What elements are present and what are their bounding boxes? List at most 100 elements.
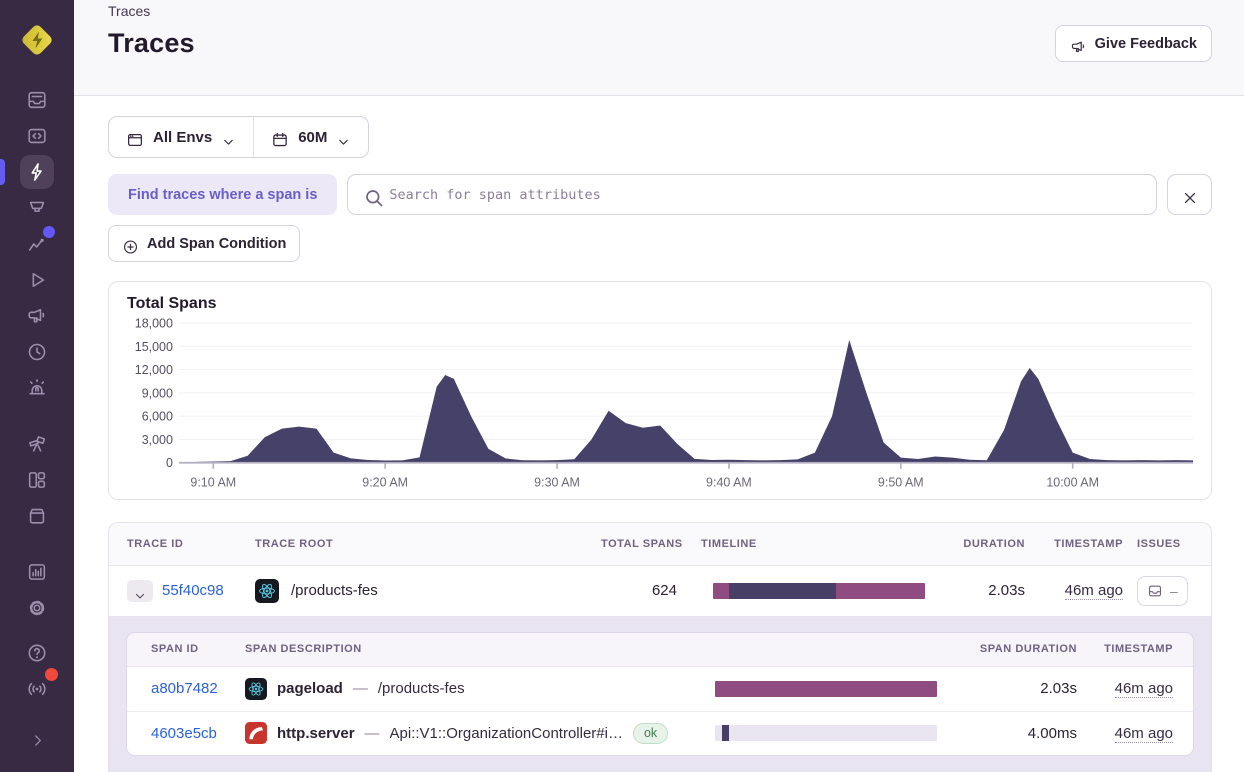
sidebar-item-siren[interactable] bbox=[20, 371, 54, 405]
bar-segment bbox=[715, 680, 937, 697]
span-description: /products-fes bbox=[377, 680, 465, 698]
chevron-down-icon bbox=[133, 584, 147, 599]
page-title: Traces bbox=[108, 28, 195, 58]
svg-text:6,000: 6,000 bbox=[142, 410, 173, 424]
total-spans-chart: 0 3,000 6,000 9,000 12,000 15,000 18,000 9:10 A… bbox=[127, 315, 1193, 497]
content: All Envs 60M Find traces where a span is bbox=[74, 96, 1244, 772]
svg-text:10:00 AM: 10:00 AM bbox=[1046, 476, 1099, 490]
trace-timeline-bar bbox=[713, 582, 925, 599]
sidebar-item-code-folder[interactable] bbox=[20, 119, 54, 153]
span-duration-bar bbox=[715, 680, 937, 697]
window-icon bbox=[126, 128, 144, 147]
close-icon bbox=[1181, 186, 1199, 204]
chevron-down-icon bbox=[221, 130, 236, 145]
help-icon bbox=[26, 642, 48, 664]
app: Traces Traces Give Feedback All Envs 60M bbox=[0, 0, 1244, 772]
timeline-segment bbox=[835, 582, 925, 599]
play-icon bbox=[26, 269, 48, 291]
column-header-timestamp: TIMESTAMP bbox=[1104, 643, 1173, 656]
issue-tray-icon bbox=[1147, 583, 1163, 599]
svg-text:3,000: 3,000 bbox=[142, 433, 173, 447]
timeline-segment bbox=[713, 582, 729, 599]
blue-notification-dot bbox=[43, 226, 55, 238]
sidebar-item-clock[interactable] bbox=[20, 335, 54, 369]
code-folder-icon bbox=[26, 125, 48, 147]
chevron-right-icon bbox=[29, 732, 46, 749]
sidebar-item-prism[interactable] bbox=[20, 191, 54, 225]
lightning-icon bbox=[26, 161, 48, 183]
svg-text:15,000: 15,000 bbox=[135, 340, 173, 354]
sentry-logo-icon[interactable] bbox=[17, 20, 57, 60]
span-status-badge: ok bbox=[632, 722, 669, 744]
sidebar-item-gear[interactable] bbox=[20, 591, 54, 625]
column-header-timestamp: TIMESTAMP bbox=[1054, 537, 1123, 550]
plus-circle-icon bbox=[122, 235, 139, 254]
add-span-condition-button[interactable]: Add Span Condition bbox=[108, 225, 301, 262]
chart-title: Total Spans bbox=[127, 295, 217, 312]
stats-icon bbox=[26, 561, 48, 583]
sidebar-item-play[interactable] bbox=[20, 263, 54, 297]
spans-table-body: a80b7482 pageload — /products-fes 2.03s 46m a… bbox=[127, 667, 1193, 755]
sidebar-item-chart-line[interactable] bbox=[20, 226, 55, 261]
give-feedback-button[interactable]: Give Feedback bbox=[1054, 25, 1212, 62]
clear-search-button[interactable] bbox=[1167, 174, 1212, 215]
siren-icon bbox=[26, 377, 48, 399]
spans-table-header: SPAN ID SPAN DESCRIPTION SPAN DURATION TIME… bbox=[127, 632, 1193, 667]
total-spans-value: 624 bbox=[651, 582, 677, 600]
time-range-filter-button[interactable]: 60M bbox=[253, 117, 368, 157]
sidebar-item-megaphone[interactable] bbox=[20, 299, 54, 333]
sidebar-footer bbox=[20, 635, 58, 758]
span-duration-value: 2.03s bbox=[1040, 680, 1077, 698]
column-header-timeline: TIMELINE bbox=[701, 537, 757, 550]
span-id-link[interactable]: 4603e5cb bbox=[151, 725, 217, 742]
sidebar-item-archive[interactable] bbox=[20, 499, 54, 533]
react-icon bbox=[255, 578, 279, 603]
sidebar-nav bbox=[0, 82, 55, 626]
sidebar-item-help[interactable] bbox=[20, 636, 54, 670]
column-header-trace-id: TRACE ID bbox=[127, 537, 184, 550]
sidebar-item-lightning[interactable] bbox=[0, 155, 54, 189]
active-nav-indicator bbox=[0, 159, 5, 185]
column-header-span-description: SPAN DESCRIPTION bbox=[245, 643, 362, 656]
trace-id-link[interactable]: 55f40c98 bbox=[162, 582, 224, 599]
search-input[interactable] bbox=[389, 186, 1142, 203]
trace-root-label: /products-fes bbox=[291, 582, 378, 600]
trace-timestamp[interactable]: 46m ago bbox=[1064, 582, 1123, 601]
sidebar-item-layout[interactable] bbox=[20, 463, 54, 497]
ruby-icon bbox=[245, 722, 267, 745]
telescope-icon bbox=[26, 433, 48, 455]
react-icon bbox=[245, 677, 267, 700]
sidebar-item-broadcast[interactable] bbox=[20, 668, 58, 706]
svg-text:9,000: 9,000 bbox=[142, 386, 173, 400]
query-builder-row: Find traces where a span is bbox=[108, 174, 1212, 215]
svg-text:18,000: 18,000 bbox=[135, 316, 173, 330]
column-header-trace-root: TRACE ROOT bbox=[255, 537, 334, 550]
span-id-link[interactable]: a80b7482 bbox=[151, 680, 218, 697]
span-attribute-search bbox=[347, 174, 1157, 215]
span-timestamp[interactable]: 46m ago bbox=[1114, 724, 1173, 743]
span-timestamp[interactable]: 46m ago bbox=[1114, 680, 1173, 699]
column-header-span-duration: SPAN DURATION bbox=[979, 643, 1077, 656]
sidebar-item-telescope[interactable] bbox=[20, 427, 54, 461]
sidebar-collapse-button[interactable] bbox=[20, 723, 54, 757]
search-icon bbox=[362, 186, 383, 207]
span-row: a80b7482 pageload — /products-fes 2.03s 46m a… bbox=[127, 667, 1193, 711]
archive-icon bbox=[26, 505, 48, 527]
main-area: Traces Traces Give Feedback All Envs 60M bbox=[74, 0, 1244, 772]
collapse-trace-button[interactable] bbox=[127, 579, 153, 602]
column-header-total-spans: TOTAL SPANS bbox=[601, 537, 683, 550]
separator-dash: — bbox=[352, 680, 368, 698]
breadcrumb: Traces bbox=[108, 3, 151, 19]
column-header-issues: ISSUES bbox=[1137, 537, 1181, 550]
environment-filter-button[interactable]: All Envs bbox=[109, 117, 253, 157]
separator-dash: — bbox=[364, 724, 380, 742]
traces-table-header: TRACE ID TRACE ROOT TOTAL SPANS TIMELINE DUR… bbox=[109, 522, 1211, 566]
broadcast-icon bbox=[26, 678, 48, 700]
trace-duration: 2.03s bbox=[988, 582, 1025, 600]
trace-issues-button[interactable]: – bbox=[1137, 575, 1188, 606]
calendar-icon bbox=[271, 128, 289, 147]
svg-text:12,000: 12,000 bbox=[135, 363, 173, 377]
sidebar-item-stats[interactable] bbox=[20, 555, 54, 589]
trace-row: 55f40c98 /products-fes 624 2.03s 46m ago bbox=[109, 565, 1211, 616]
sidebar-item-issues[interactable] bbox=[20, 83, 54, 117]
